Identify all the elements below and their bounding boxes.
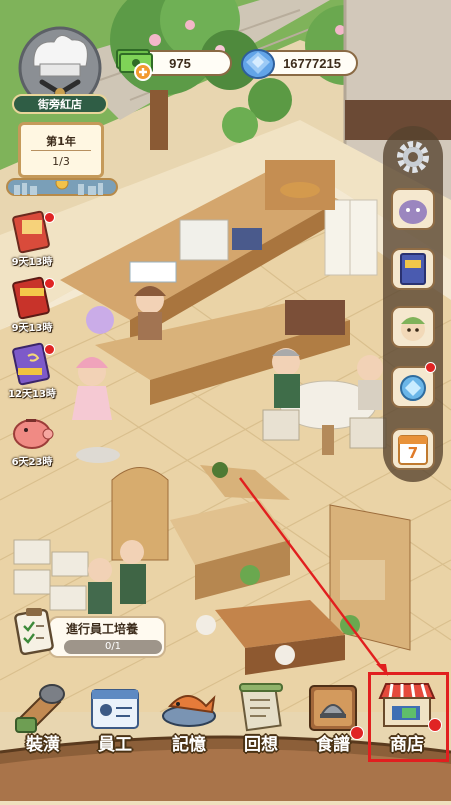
staff-card-icon [91, 689, 139, 729]
puzzle-book-icon [391, 248, 435, 290]
nav-label: 員工 [98, 735, 132, 755]
character-button[interactable] [389, 304, 437, 350]
skyline-icon [14, 176, 103, 195]
notification-dot [44, 212, 55, 223]
cash-amount: 975 [169, 55, 191, 71]
character-icon [391, 306, 435, 348]
tutorial-highlight-box [368, 672, 449, 762]
task-staff-training[interactable]: 進行員工培養 0/1 [14, 606, 170, 660]
pet-button[interactable] [389, 186, 437, 232]
divider [31, 150, 91, 151]
timer-label: 9天13時 [11, 323, 53, 334]
settings-gear-icon [397, 141, 429, 173]
nav-label: 裝潢 [26, 735, 60, 755]
settings-button[interactable] [389, 134, 437, 180]
cash-icon [114, 44, 154, 82]
nav-recipe-button[interactable]: 食譜 [298, 676, 368, 772]
notification-dot [44, 344, 55, 355]
clipboard-icon [14, 606, 58, 656]
nav-label: 記憶 [172, 735, 206, 755]
timer-label: 6天23時 [11, 457, 53, 468]
scroll-icon [239, 683, 283, 732]
nav-staff-button[interactable]: 員工 [80, 676, 150, 772]
gem-crystal-button[interactable] [389, 362, 437, 410]
timer-label: 9天13時 [11, 257, 53, 268]
gem-icon [238, 42, 278, 82]
calendar-day: 7 [407, 444, 419, 462]
timer-label: 12天13時 [8, 389, 56, 400]
puzzle-book-button[interactable] [389, 246, 437, 292]
task-title: 進行員工培養 [66, 622, 139, 636]
pet-icon [391, 188, 435, 230]
timer-purple-book[interactable]: 12天13時 [4, 342, 60, 400]
timer-limited-book[interactable]: 9天13時 [4, 276, 60, 334]
calendar-button[interactable]: 7 [389, 426, 437, 472]
task-progress-text: 0/1 [104, 641, 122, 652]
nav-decor-button[interactable]: 裝潢 [8, 676, 78, 772]
nav-recall-button[interactable]: 回想 [226, 676, 296, 772]
year-progress: 1/3 [52, 155, 70, 168]
memory-fish-icon [162, 695, 216, 727]
notification-dot [425, 362, 436, 373]
year-label: 第1年 [46, 135, 76, 148]
task-progress-bar: 0/1 [64, 640, 162, 654]
timer-event-book[interactable]: 9天13時 [4, 210, 60, 268]
piggy-bank-icon [13, 419, 54, 449]
timer-piggy-bank[interactable]: 6天23時 [4, 410, 60, 468]
decor-icon [15, 684, 65, 734]
nav-memory-button[interactable]: 記憶 [154, 676, 224, 772]
gem-amount: 16777215 [283, 55, 341, 71]
shop-name-label: 街旁紅店 [12, 94, 108, 114]
nav-label: 回想 [244, 735, 278, 755]
year-progress-card[interactable]: 第1年 1/3 [18, 122, 104, 178]
notification-dot [44, 278, 55, 289]
city-skyline-bar [6, 176, 118, 196]
notification-dot [350, 726, 364, 740]
